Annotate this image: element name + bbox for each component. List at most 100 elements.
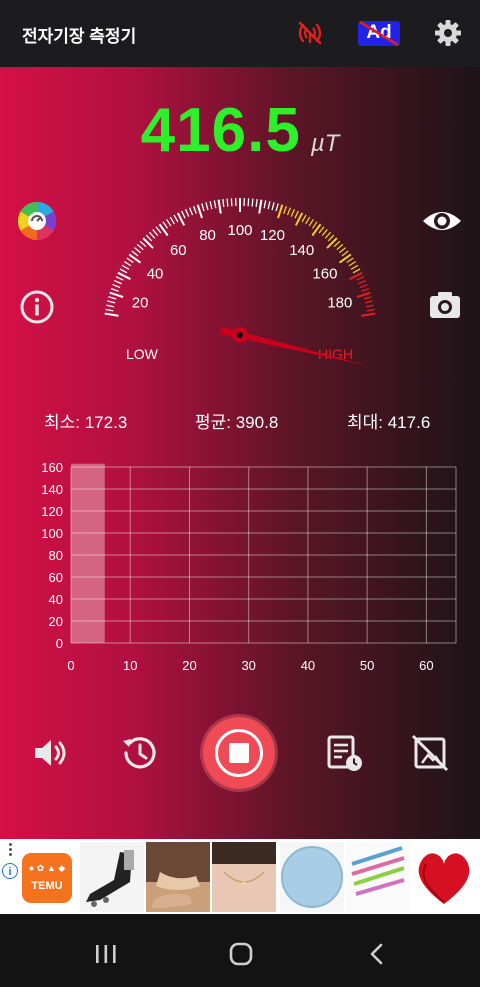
- gauge-tick: [230, 198, 233, 207]
- y-tick-label: 140: [41, 482, 63, 497]
- gauge-tick: [136, 243, 144, 251]
- info-icon[interactable]: [15, 285, 59, 329]
- color-wheel-icon[interactable]: [15, 199, 59, 243]
- gauge-tick-label: 100: [227, 222, 252, 239]
- gauge-tick: [277, 204, 284, 219]
- gauge-tick: [108, 296, 117, 300]
- gauge-tick: [114, 279, 122, 285]
- lures-image: [351, 846, 405, 896]
- gauge-tick: [356, 291, 371, 298]
- gauge-tick: [217, 199, 222, 214]
- gauge-tick: [115, 276, 124, 281]
- ad-product-skates[interactable]: [80, 842, 144, 912]
- gauge-tick: [350, 264, 359, 270]
- gauge-tick: [352, 268, 361, 274]
- gauge-tick: [358, 279, 366, 285]
- y-tick-label: 100: [41, 526, 63, 541]
- gauge-tick: [338, 247, 346, 254]
- gauge-tick: [326, 237, 338, 249]
- gauge-tick: [294, 210, 299, 219]
- x-tick-label: 10: [123, 658, 137, 673]
- gauge-tick: [131, 250, 139, 257]
- record-stop-button[interactable]: [203, 717, 275, 789]
- gauge-tick: [139, 240, 147, 248]
- x-axis-ticks: 0 10 20 30 40 50 60: [67, 658, 433, 673]
- gauge-tick: [112, 283, 121, 289]
- gauge-tick: [148, 231, 156, 239]
- gauge-tick: [106, 304, 115, 308]
- remove-ads-button[interactable]: Ad: [358, 21, 400, 46]
- stat-avg: 평균: 390.8: [195, 413, 279, 432]
- gauge-tick: [166, 218, 172, 227]
- gauge-tick: [321, 229, 328, 237]
- gauge-tick: [267, 201, 271, 210]
- gauge-tick: [341, 250, 349, 257]
- gauge-tick-label: 40: [147, 265, 164, 282]
- gauge-tick: [109, 291, 124, 298]
- recent-apps-icon[interactable]: [92, 942, 120, 966]
- ad-product-lures[interactable]: [346, 842, 410, 912]
- gauge-tick: [308, 218, 314, 227]
- gauge-tick: [251, 198, 254, 207]
- gauge-low-label: LOW: [126, 346, 159, 362]
- gauge-tick: [290, 209, 296, 217]
- temu-logo[interactable]: ● ✿ ▲ ◆ TEMU: [22, 853, 72, 903]
- eye-icon[interactable]: [420, 199, 464, 243]
- back-icon[interactable]: [364, 942, 392, 966]
- reading-value: 416.5: [140, 96, 301, 165]
- history-icon[interactable]: [114, 729, 162, 777]
- gauge-tick-label: 120: [260, 227, 285, 244]
- needle-hub-center: [237, 332, 243, 338]
- record-stop-icon: [229, 743, 249, 763]
- y-axis-ticks: 160 140 120 100 80 60 40 20 0: [41, 460, 63, 651]
- ad-banner[interactable]: i ● ✿ ▲ ◆ TEMU: [0, 839, 480, 914]
- gauge-tick: [142, 237, 154, 249]
- ad-menu-icon[interactable]: [9, 843, 13, 858]
- gauge-tick: [126, 257, 134, 264]
- home-icon[interactable]: [227, 942, 255, 966]
- ad-product-necklace[interactable]: [212, 842, 276, 912]
- y-tick-label: 0: [56, 636, 63, 651]
- ad-product-heart[interactable]: [412, 842, 476, 912]
- y-tick-label: 40: [49, 592, 63, 607]
- gauge-tick: [110, 287, 119, 292]
- ad-product-heels[interactable]: [146, 842, 210, 912]
- reading: 416.5 µT: [0, 95, 480, 175]
- gauge-tick: [104, 312, 119, 317]
- necklace-image: [212, 842, 276, 887]
- gauge-tick: [348, 261, 357, 267]
- camera-icon[interactable]: [423, 283, 467, 327]
- signal-off-icon[interactable]: [293, 16, 327, 50]
- gauge-tick: [271, 202, 275, 211]
- x-tick-label: 30: [241, 658, 255, 673]
- y-tick-label: 80: [49, 548, 63, 563]
- gauge-tick: [305, 216, 311, 225]
- system-nav-bar: [0, 914, 480, 987]
- temu-logo-glyphs: ● ✿ ▲ ◆: [28, 863, 66, 873]
- gauge-tick-label: 140: [289, 242, 314, 259]
- gear-icon[interactable]: [431, 16, 465, 50]
- ad-info-icon[interactable]: i: [2, 863, 18, 879]
- gauge-tick: [181, 210, 186, 219]
- history-chart: 160 140 120 100 80 60 40 20 0 0 10 20 30 40 50 60: [41, 460, 457, 673]
- volume-icon[interactable]: [26, 729, 74, 777]
- report-icon[interactable]: [320, 729, 368, 777]
- gauge-tick: [361, 312, 376, 317]
- ad-product-rug[interactable]: [280, 842, 344, 912]
- gauge-tick: [364, 300, 373, 304]
- gauge-tick: [255, 198, 258, 208]
- gauge-tick: [258, 199, 263, 214]
- x-tick-label: 40: [301, 658, 315, 673]
- gauge-tick: [145, 234, 153, 242]
- stat-max: 최대: 417.6: [347, 413, 431, 432]
- gauge-tick: [105, 308, 114, 312]
- chart-bars: [71, 463, 105, 643]
- no-screenshot-icon[interactable]: [406, 729, 454, 777]
- rug-image: [281, 846, 343, 908]
- gauge: 20406080 100 120140160180 LOW HIGH: [104, 198, 376, 366]
- gauge-tick: [346, 257, 354, 264]
- gauge-tick: [169, 216, 175, 225]
- gauge-tick: [365, 304, 374, 308]
- temu-brand-label: TEMU: [31, 880, 63, 892]
- gauge-tick: [359, 283, 368, 289]
